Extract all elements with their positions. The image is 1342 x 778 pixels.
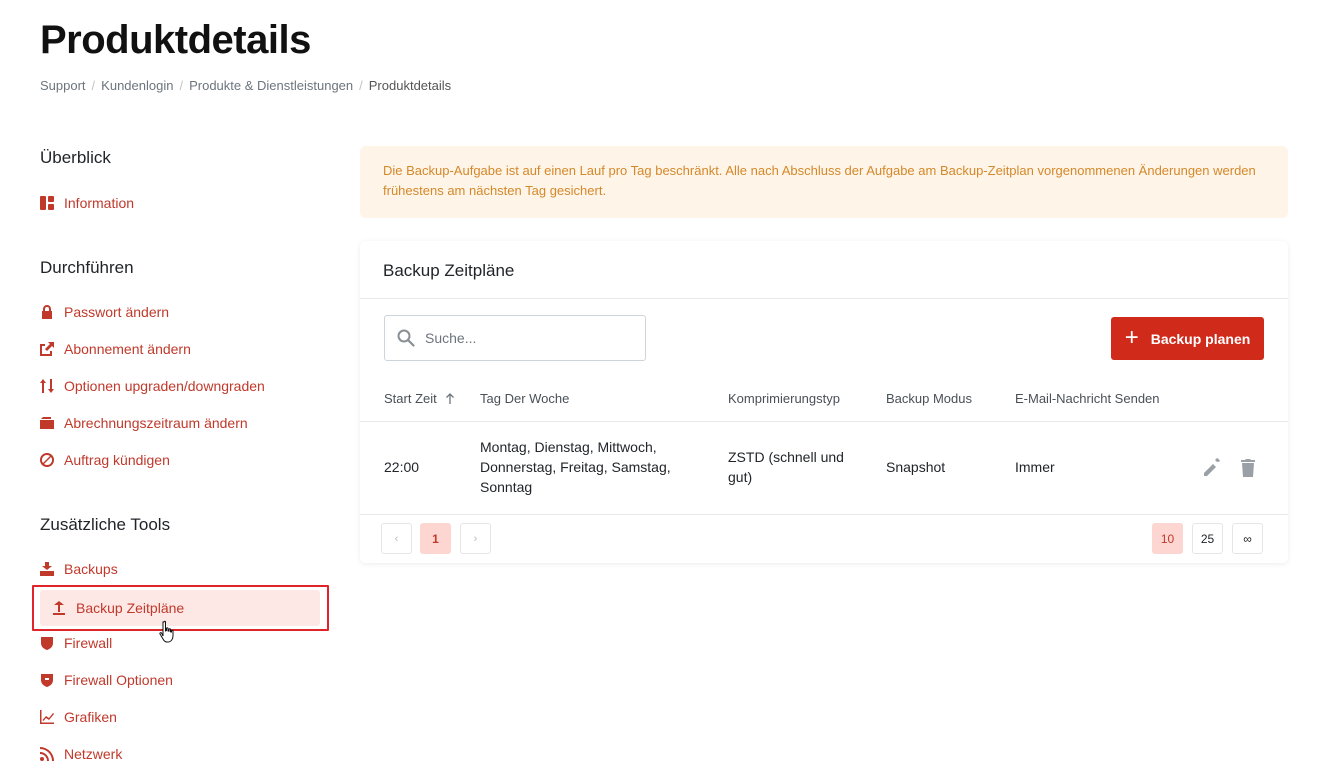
cell-email: Immer	[1015, 459, 1055, 475]
sidebar-item-netzwerk[interactable]: Netzwerk	[40, 746, 122, 762]
column-header-tag[interactable]: Tag Der Woche	[480, 391, 569, 406]
sidebar-item-abrechnung[interactable]: Abrechnungszeitraum ändern	[40, 415, 248, 431]
selection-highlight-box	[32, 585, 329, 631]
sidebar-item-label: Information	[64, 195, 135, 211]
breadcrumb-separator: /	[359, 78, 363, 93]
column-header-email[interactable]: E-Mail-Nachricht Senden	[1015, 391, 1160, 406]
external-link-icon	[40, 342, 54, 356]
search-icon	[397, 329, 415, 347]
sidebar-item-firewall[interactable]: Firewall	[40, 635, 112, 651]
sidebar-item-label: Abrechnungszeitraum ändern	[64, 415, 248, 431]
chart-line-icon	[40, 710, 54, 724]
add-backup-label: Backup planen	[1150, 330, 1251, 347]
backup-schedules-card: Backup Zeitpläne + Backup planen Start Z…	[360, 241, 1288, 563]
breadcrumb-kundenlogin[interactable]: Kundenlogin	[101, 78, 173, 93]
cell-backup-modus: Snapshot	[886, 459, 946, 475]
sidebar-item-backups[interactable]: Backups	[40, 561, 118, 577]
add-backup-button[interactable]: + Backup planen	[1111, 317, 1264, 360]
pagination-page-1[interactable]: 1	[420, 523, 451, 554]
sidebar-item-label: Optionen upgraden/downgraden	[64, 378, 265, 394]
breadcrumb-produkte[interactable]: Produkte & Dienstleistungen	[189, 78, 353, 93]
page-size-25[interactable]: 25	[1192, 523, 1223, 554]
column-header-start-zeit[interactable]: Start Zeit	[384, 391, 455, 406]
sidebar-item-optionen[interactable]: Optionen upgraden/downgraden	[40, 378, 265, 394]
swap-vertical-icon	[40, 379, 54, 393]
cell-start-zeit: 22:00	[384, 459, 420, 475]
sidebar-item-label: Netzwerk	[64, 746, 123, 762]
breadcrumb-support[interactable]: Support	[40, 78, 86, 93]
cell-komprimierungstyp: ZSTD (schnell und gut)	[728, 449, 844, 485]
card-title: Backup Zeitpläne	[360, 241, 1288, 299]
column-header-komprimierung[interactable]: Komprimierungstyp	[728, 391, 840, 406]
breadcrumb: Support / Kundenlogin / Produkte & Diens…	[40, 78, 451, 93]
sidebar-item-label: Passwort ändern	[64, 304, 170, 320]
breadcrumb-separator: /	[91, 78, 96, 93]
wallet-icon	[40, 416, 54, 430]
pagination-prev-button[interactable]: ‹	[381, 523, 412, 554]
column-header-label: Start Zeit	[384, 391, 437, 406]
plus-icon: +	[1124, 323, 1139, 351]
cell-tag-der-woche: Montag, Dienstag, Mittwoch, Donnerstag, …	[480, 439, 671, 495]
table-row-divider	[360, 514, 1288, 515]
sidebar-item-kuendigen[interactable]: Auftrag kündigen	[40, 452, 170, 468]
page-size-all[interactable]: ∞	[1232, 523, 1263, 554]
section-title-ueberblick: Überblick	[40, 148, 111, 167]
dashboard-icon	[40, 196, 54, 210]
shield-alert-icon	[40, 673, 54, 687]
delete-trash-icon[interactable]	[1238, 458, 1258, 478]
section-title-durchfuehren: Durchführen	[40, 258, 134, 277]
edit-pencil-icon[interactable]	[1202, 458, 1222, 478]
section-title-tools: Zusätzliche Tools	[40, 515, 171, 534]
breadcrumb-current: Produktdetails	[368, 78, 452, 93]
backup-icon	[40, 562, 54, 576]
page-title: Produktdetails	[40, 18, 311, 62]
pagination-next-button[interactable]: ›	[460, 523, 491, 554]
shield-icon	[40, 636, 54, 650]
sidebar-item-label: Firewall Optionen	[64, 672, 173, 688]
sidebar-item-passwort[interactable]: Passwort ändern	[40, 304, 169, 320]
sidebar-item-label: Grafiken	[64, 709, 117, 725]
page-size-10[interactable]: 10	[1152, 523, 1183, 554]
sidebar-item-label: Auftrag kündigen	[64, 452, 170, 468]
sidebar-item-grafiken[interactable]: Grafiken	[40, 709, 117, 725]
lock-icon	[40, 305, 54, 319]
column-header-modus[interactable]: Backup Modus	[886, 391, 972, 406]
table-header-divider	[360, 421, 1288, 422]
breadcrumb-separator: /	[179, 78, 184, 93]
search-field[interactable]	[384, 315, 646, 361]
sidebar-item-label: Abonnement ändern	[64, 341, 191, 357]
sidebar-item-firewall-optionen[interactable]: Firewall Optionen	[40, 672, 173, 688]
sidebar-item-label: Firewall	[64, 635, 113, 651]
hand-cursor-icon	[159, 620, 174, 643]
sidebar-item-abonnement[interactable]: Abonnement ändern	[40, 341, 191, 357]
rss-icon	[40, 747, 54, 761]
search-input[interactable]	[425, 330, 625, 346]
cancel-icon	[40, 453, 54, 467]
sidebar-item-information[interactable]: Information	[40, 195, 134, 211]
sort-ascending-icon	[445, 392, 454, 404]
sidebar-item-label: Backups	[64, 561, 118, 577]
info-alert: Die Backup-Aufgabe ist auf einen Lauf pr…	[360, 146, 1288, 218]
